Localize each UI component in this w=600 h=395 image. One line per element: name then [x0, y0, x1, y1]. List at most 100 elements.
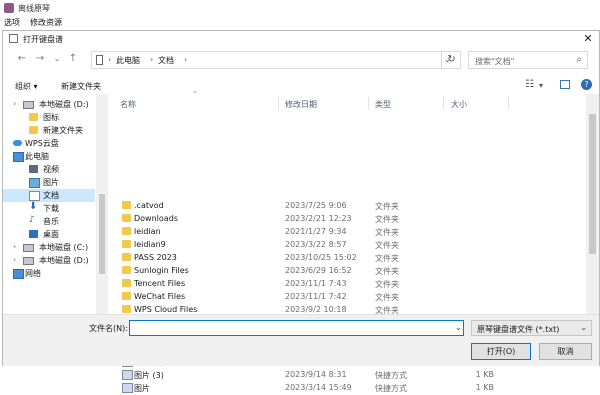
nav-item[interactable]: 图片 — [3, 176, 95, 189]
file-row[interactable]: leidian 2021/1/27 9:34 文件夹 — [110, 226, 586, 239]
file-name: WeChat Files — [134, 292, 186, 301]
dialog-title: 打开键盘谱 — [23, 35, 63, 44]
file-name: 图片 (3) — [134, 371, 164, 380]
file-list-scrollbar[interactable] — [586, 94, 599, 314]
file-name: leidian — [134, 227, 161, 236]
scrollbar-thumb[interactable] — [99, 194, 105, 274]
file-name: PASS 2023 — [134, 253, 177, 262]
column-separator[interactable] — [443, 96, 444, 110]
scrollbar-thumb[interactable] — [589, 114, 596, 254]
folder-icon — [122, 227, 131, 235]
menu-modify-resources[interactable]: 修改资源 — [30, 17, 62, 28]
file-type: 文件夹 — [375, 267, 399, 276]
help-icon[interactable]: ? — [581, 79, 592, 90]
nav-item[interactable]: › 本地磁盘 (D:) — [3, 98, 95, 111]
dialog-title-bar: 打开键盘谱 ✕ — [3, 31, 599, 47]
file-name: Downloads — [134, 214, 178, 223]
column-name[interactable]: 名称 — [120, 99, 136, 110]
refresh-icon[interactable]: ↻ — [441, 51, 461, 69]
file-date: 2023/6/29 16:52 — [285, 266, 352, 275]
column-date[interactable]: 修改日期 — [285, 99, 317, 110]
nav-item[interactable]: 此电脑 — [3, 150, 95, 163]
drive-icon — [23, 257, 34, 265]
file-row[interactable]: Downloads 2023/2/21 12:23 文件夹 — [110, 213, 586, 226]
column-separator[interactable] — [278, 96, 279, 110]
file-type: 快捷方式 — [375, 371, 407, 380]
nav-item[interactable]: › 本地磁盘 (D:) — [3, 254, 95, 267]
toolbar: 组织 ▾ 新建文件夹 ☷ ▾ ? — [3, 76, 599, 94]
drive-icon — [23, 101, 34, 109]
nav-item[interactable]: 网络 — [3, 267, 95, 280]
nav-item[interactable]: WPS云盘 — [3, 137, 95, 150]
nav-item[interactable]: 文档 — [3, 189, 95, 202]
up-arrow-icon[interactable]: ↑ — [66, 52, 80, 66]
folder-icon — [122, 279, 131, 287]
nav-item[interactable]: 桌面 — [3, 228, 95, 241]
expand-chevron-icon[interactable]: › — [13, 99, 16, 108]
folder-icon — [122, 266, 131, 274]
organize-button[interactable]: 组织 ▾ — [15, 81, 38, 92]
nav-item[interactable]: 图标 — [3, 111, 95, 124]
preview-pane-icon[interactable] — [560, 80, 570, 89]
back-arrow-icon[interactable]: ← — [15, 52, 29, 66]
close-icon[interactable]: ✕ — [581, 32, 595, 46]
app-menu-bar: 选项 修改资源 — [0, 16, 600, 30]
breadcrumb-documents[interactable]: 文档 — [158, 55, 174, 66]
breadcrumb-this-pc[interactable]: 此电脑 — [116, 55, 140, 66]
file-date: 2023/2/21 12:23 — [285, 214, 352, 223]
column-separator[interactable] — [508, 96, 509, 110]
column-size[interactable]: 大小 — [451, 99, 467, 110]
open-button[interactable]: 打开(O) — [471, 343, 531, 360]
file-row[interactable]: Sunlogin Files 2023/6/29 16:52 文件夹 — [110, 265, 586, 278]
file-row[interactable]: PASS 2023 2023/10/25 15:02 文件夹 — [110, 252, 586, 265]
nav-item[interactable]: ♪ 音乐 — [3, 215, 95, 228]
menu-options[interactable]: 选项 — [4, 17, 20, 28]
nav-item-label: 本地磁盘 (D:) — [39, 100, 89, 109]
view-options-icon[interactable]: ☷ — [525, 79, 534, 90]
nav-item[interactable]: ⬇ 下载 — [3, 201, 95, 215]
forward-arrow-icon[interactable]: → — [33, 52, 47, 66]
file-row[interactable]: Tencent Files 2023/11/1 7:43 文件夹 — [110, 278, 586, 291]
navigation-pane: › 本地磁盘 (D:) 图标 新建文件夹 WPS云盘此电脑视频 图片 文档 ⬇ 下载 ♪ 音乐桌面 ›… — [3, 94, 109, 314]
expand-chevron-icon[interactable]: › — [13, 255, 16, 264]
expand-chevron-icon[interactable]: › — [13, 242, 16, 251]
shortcut-icon — [122, 383, 133, 393]
search-placeholder: 搜索"文档" — [475, 57, 515, 66]
nav-item-label: 此电脑 — [25, 152, 49, 161]
address-bar[interactable]: › 此电脑 › 文档 › ⌄ — [91, 51, 461, 69]
view-dropdown-icon[interactable]: ▾ — [539, 81, 543, 90]
file-row[interactable]: 图片 (3) 2023/9/14 8:31 快捷方式 1 KB — [110, 369, 586, 382]
nav-item-label: 桌面 — [43, 230, 59, 239]
file-row[interactable]: leidian9 2023/3/22 8:57 文件夹 — [110, 239, 586, 252]
dl-icon: ⬇ — [29, 201, 38, 212]
file-row[interactable]: 图片 2023/3/14 15:49 快捷方式 1 KB — [110, 382, 586, 395]
file-date: 2023/9/14 8:31 — [285, 370, 347, 379]
folder-icon — [122, 214, 131, 222]
cancel-button[interactable]: 取消 — [539, 343, 592, 360]
filename-input[interactable] — [129, 320, 464, 336]
navigation-scrollbar[interactable] — [96, 94, 108, 314]
column-type[interactable]: 类型 — [375, 99, 391, 110]
nav-item[interactable]: 视频 — [3, 163, 95, 176]
new-folder-button[interactable]: 新建文件夹 — [61, 81, 101, 92]
file-row[interactable]: WeChat Files 2023/11/1 7:42 文件夹 — [110, 291, 586, 304]
file-name: leidian9 — [134, 240, 166, 249]
file-date: 2023/11/1 7:42 — [285, 292, 347, 301]
chevron-down-icon[interactable]: ⌄ — [455, 320, 465, 336]
file-type-select[interactable]: 原琴键盘谱文件 (*.txt) ⌄ — [471, 320, 592, 336]
file-name: Tencent Files — [134, 279, 186, 288]
file-type: 快捷方式 — [375, 384, 407, 393]
music-icon: ♪ — [29, 215, 35, 225]
nav-item-label: 本地磁盘 (C:) — [39, 243, 89, 252]
filename-label: 文件名(N): — [89, 324, 128, 333]
file-date: 2023/3/22 8:57 — [285, 240, 347, 249]
folder-icon — [122, 305, 131, 313]
file-list: ⌃ 名称 修改日期 类型 大小 .catvod 2023/7/25 9:06 文件夹… — [110, 90, 586, 393]
file-row[interactable]: .catvod 2023/7/25 9:06 文件夹 — [110, 200, 586, 213]
nav-item[interactable]: › 本地磁盘 (C:) — [3, 241, 95, 254]
column-separator[interactable] — [368, 96, 369, 110]
search-input[interactable]: 搜索"文档" ⌕ — [468, 51, 588, 69]
recent-locations-icon[interactable]: ⌄ — [50, 52, 64, 66]
nav-item[interactable]: 新建文件夹 — [3, 124, 95, 137]
file-list-header: ⌃ 名称 修改日期 类型 大小 — [110, 90, 586, 112]
